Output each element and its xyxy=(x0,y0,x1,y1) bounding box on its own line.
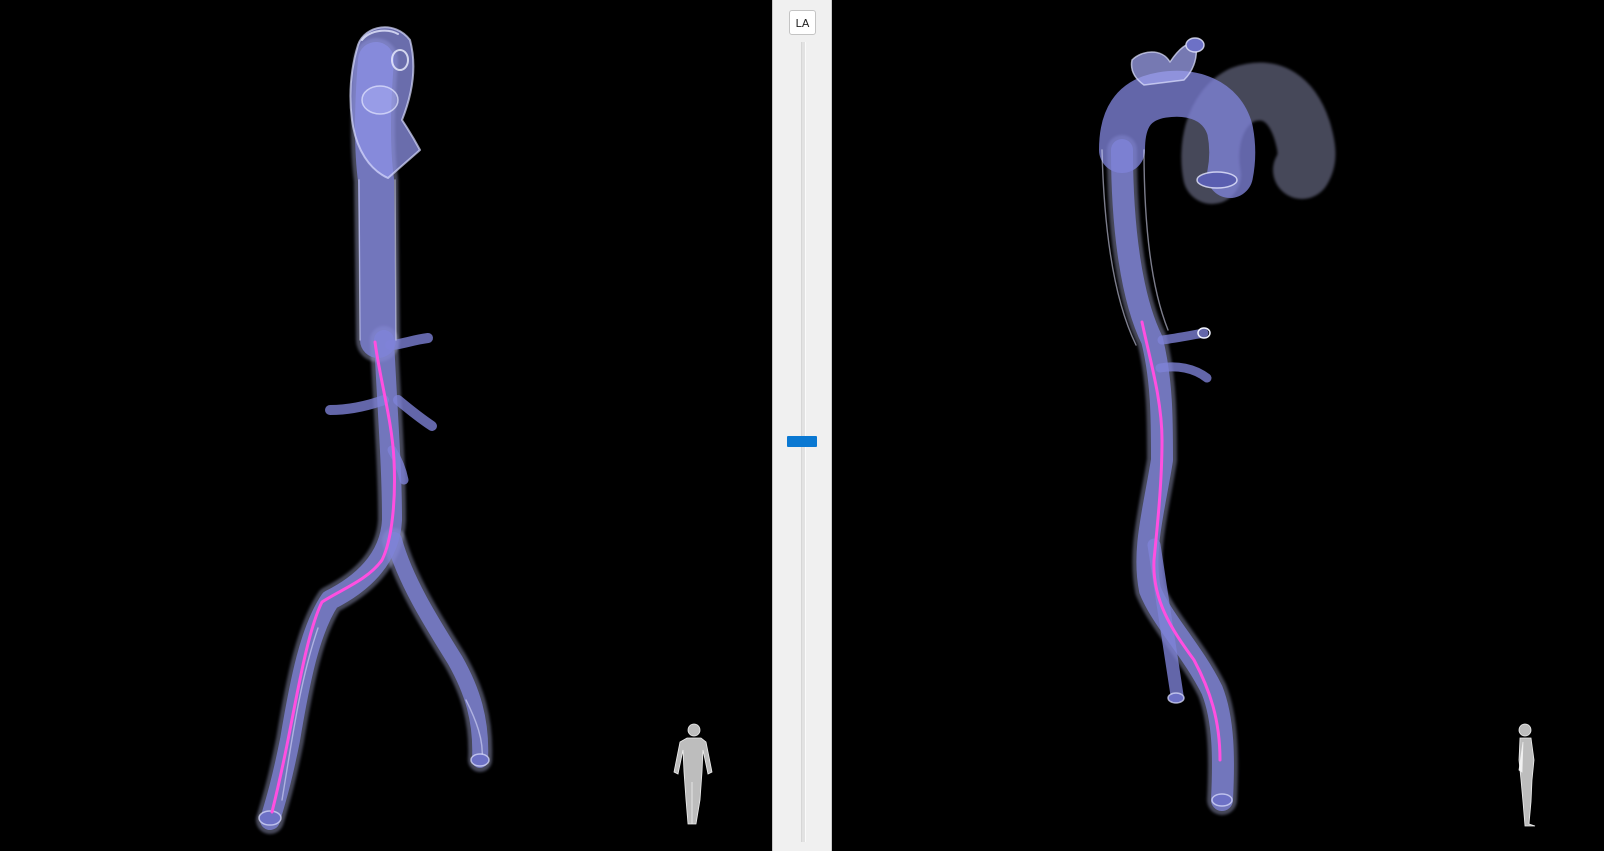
body-orientation-icon-front xyxy=(673,723,713,825)
right-3d-viewport[interactable] xyxy=(832,0,1604,851)
vessel-model-side[interactable] xyxy=(1099,37,1336,815)
left-3d-viewport[interactable] xyxy=(0,0,772,851)
slider-thumb[interactable] xyxy=(787,436,817,447)
body-orientation-icon-side xyxy=(1518,723,1536,827)
center-control-panel: LA xyxy=(772,0,832,851)
la-view-button[interactable]: LA xyxy=(789,10,816,35)
